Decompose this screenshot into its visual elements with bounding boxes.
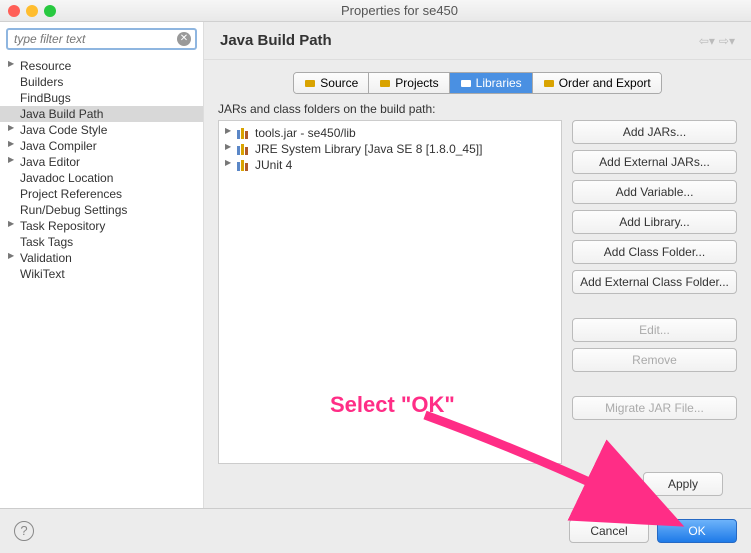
- sidebar: ✕ ResourceBuildersFindBugsJava Build Pat…: [0, 22, 204, 508]
- sidebar-item[interactable]: Java Editor: [0, 154, 203, 170]
- jar-label: JRE System Library [Java SE 8 [1.8.0_45]…: [255, 142, 482, 156]
- sidebar-item[interactable]: Run/Debug Settings: [0, 202, 203, 218]
- close-icon[interactable]: [8, 5, 20, 17]
- sidebar-item[interactable]: Task Tags: [0, 234, 203, 250]
- tabs: Source Projects Libraries Order and Export: [293, 72, 661, 94]
- tab[interactable]: Order and Export: [533, 73, 661, 93]
- window-title: Properties for se450: [56, 3, 743, 18]
- library-icon: [237, 160, 251, 172]
- library-icon: [237, 128, 251, 140]
- apply-button[interactable]: Apply: [643, 472, 723, 496]
- tab-label: Libraries: [476, 76, 522, 90]
- add-jars-button[interactable]: Add JARs...: [572, 120, 737, 144]
- tab-label: Source: [320, 76, 358, 90]
- tab-icon: [460, 77, 472, 89]
- add-library-button[interactable]: Add Library...: [572, 210, 737, 234]
- tab-icon: [379, 77, 391, 89]
- library-icon: [237, 144, 251, 156]
- ok-button[interactable]: OK: [657, 519, 737, 543]
- tab[interactable]: Source: [294, 73, 369, 93]
- filter-input[interactable]: [6, 28, 197, 50]
- tab-label: Projects: [395, 76, 438, 90]
- add-external-jars-button[interactable]: Add External JARs...: [572, 150, 737, 174]
- side-buttons: Add JARs... Add External JARs... Add Var…: [572, 120, 737, 464]
- jar-item[interactable]: tools.jar - se450/lib: [223, 125, 557, 141]
- sidebar-item[interactable]: FindBugs: [0, 90, 203, 106]
- migrate-button: Migrate JAR File...: [572, 396, 737, 420]
- tab-icon: [543, 77, 555, 89]
- cancel-button[interactable]: Cancel: [569, 519, 649, 543]
- tab-label: Order and Export: [559, 76, 651, 90]
- nav-arrows: ⇦▾ ⇨▾: [699, 34, 735, 48]
- titlebar: Properties for se450: [0, 0, 751, 22]
- footer: ? Cancel OK: [0, 508, 751, 552]
- tab-icon: [304, 77, 316, 89]
- help-icon[interactable]: ?: [14, 521, 34, 541]
- sidebar-item[interactable]: Resource: [0, 58, 203, 74]
- sidebar-item[interactable]: Javadoc Location: [0, 170, 203, 186]
- forward-icon[interactable]: ⇨▾: [719, 34, 735, 48]
- minimize-icon[interactable]: [26, 5, 38, 17]
- edit-button: Edit...: [572, 318, 737, 342]
- jar-label: tools.jar - se450/lib: [255, 126, 356, 140]
- jar-item[interactable]: JRE System Library [Java SE 8 [1.8.0_45]…: [223, 141, 557, 157]
- zoom-icon[interactable]: [44, 5, 56, 17]
- sidebar-item[interactable]: Project References: [0, 186, 203, 202]
- sidebar-item[interactable]: WikiText: [0, 266, 203, 282]
- list-label: JARs and class folders on the build path…: [218, 102, 737, 116]
- main-panel: Java Build Path ⇦▾ ⇨▾ Source Projects Libr…: [204, 22, 751, 508]
- jar-item[interactable]: JUnit 4: [223, 157, 557, 173]
- sidebar-item[interactable]: Builders: [0, 74, 203, 90]
- clear-filter-icon[interactable]: ✕: [177, 32, 191, 46]
- remove-button: Remove: [572, 348, 737, 372]
- jar-list[interactable]: tools.jar - se450/lib JRE System Library …: [218, 120, 562, 464]
- add-variable-button[interactable]: Add Variable...: [572, 180, 737, 204]
- window-controls: [8, 5, 56, 17]
- sidebar-item[interactable]: Java Compiler: [0, 138, 203, 154]
- sidebar-item[interactable]: Validation: [0, 250, 203, 266]
- add-class-folder-button[interactable]: Add Class Folder...: [572, 240, 737, 264]
- tab[interactable]: Projects: [369, 73, 449, 93]
- sidebar-item[interactable]: Java Build Path: [0, 106, 203, 122]
- category-tree: ResourceBuildersFindBugsJava Build PathJ…: [0, 56, 203, 508]
- page-title: Java Build Path: [220, 32, 699, 49]
- back-icon[interactable]: ⇦▾: [699, 34, 715, 48]
- tab[interactable]: Libraries: [450, 73, 533, 93]
- sidebar-item[interactable]: Java Code Style: [0, 122, 203, 138]
- jar-label: JUnit 4: [255, 158, 292, 172]
- add-external-class-folder-button[interactable]: Add External Class Folder...: [572, 270, 737, 294]
- sidebar-item[interactable]: Task Repository: [0, 218, 203, 234]
